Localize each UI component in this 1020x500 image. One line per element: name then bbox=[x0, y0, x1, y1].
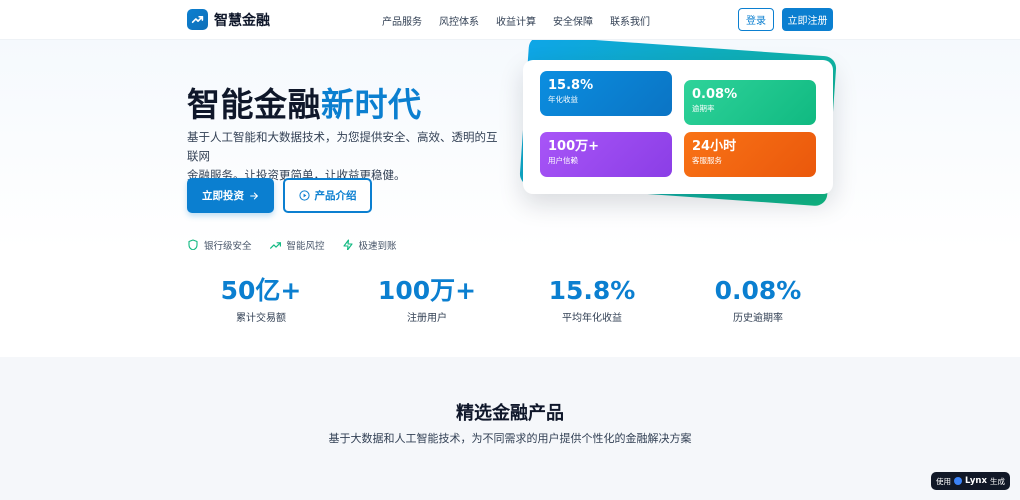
badge-prefix: 使用 bbox=[936, 476, 952, 486]
badge-suffix: 生成 bbox=[989, 476, 1005, 486]
stat-value: 100万+ bbox=[377, 276, 477, 305]
invest-now-button[interactable]: 立即投资 bbox=[187, 178, 274, 213]
stat-value: 0.08% bbox=[714, 276, 802, 305]
play-circle-icon bbox=[298, 190, 310, 201]
stat-value: 50亿+ bbox=[220, 276, 302, 305]
stat-label: 累计交易额 bbox=[236, 313, 286, 324]
metric-value: 0.08% bbox=[692, 87, 738, 102]
metric-label: 用户信赖 bbox=[548, 156, 578, 165]
metric-tile-annual-yield: 15.8% 年化收益 bbox=[540, 71, 672, 116]
nav-item-risk[interactable]: 风控体系 bbox=[439, 13, 479, 28]
arrow-right-icon bbox=[250, 192, 258, 199]
register-button[interactable]: 立即注册 bbox=[782, 8, 833, 31]
nav-item-calculator[interactable]: 收益计算 bbox=[496, 13, 536, 28]
trending-up-icon bbox=[187, 9, 208, 30]
lynx-logo-icon bbox=[954, 477, 963, 485]
metrics-card: 15.8% 年化收益 0.08% 逾期率 100万+ 用户信赖 24小时 客服服… bbox=[523, 60, 833, 194]
hero-desc-line1: 基于人工智能和大数据技术，为您提供安全、高效、透明的互联网 bbox=[187, 130, 498, 163]
stat-overdue-rate: 0.08% 历史逾期率 bbox=[678, 276, 838, 324]
nav-item-contact[interactable]: 联系我们 bbox=[610, 13, 650, 28]
hero-title: 智能金融新时代 bbox=[187, 78, 422, 126]
metric-value: 15.8% bbox=[548, 78, 594, 93]
stat-label: 历史逾期率 bbox=[733, 313, 783, 324]
metric-tile-users: 100万+ 用户信赖 bbox=[540, 132, 672, 177]
generated-by-badge[interactable]: 使用 Lynx 生成 bbox=[931, 472, 1010, 490]
product-intro-button[interactable]: 产品介绍 bbox=[283, 178, 372, 213]
brand-name: 智慧金融 bbox=[214, 12, 270, 29]
nav-item-security[interactable]: 安全保障 bbox=[553, 13, 593, 28]
stats-section: 50亿+ 累计交易额 100万+ 注册用户 15.8% 平均年化收益 0.08%… bbox=[0, 250, 1020, 357]
hero-title-main: 智能金融 bbox=[187, 85, 321, 124]
metric-value: 100万+ bbox=[548, 139, 600, 154]
metric-label: 客服服务 bbox=[692, 156, 722, 165]
hero-section: 智能金融新时代 基于人工智能和大数据技术，为您提供安全、高效、透明的互联网 金融… bbox=[0, 40, 1020, 252]
product-intro-label: 产品介绍 bbox=[314, 190, 357, 202]
top-navbar: 智慧金融 产品服务 风控体系 收益计算 安全保障 联系我们 登录 立即注册 bbox=[0, 0, 1020, 40]
metric-tile-support: 24小时 客服服务 bbox=[684, 132, 816, 177]
metric-tile-overdue-rate: 0.08% 逾期率 bbox=[684, 80, 816, 125]
nav-item-products[interactable]: 产品服务 bbox=[382, 13, 422, 28]
stat-value: 15.8% bbox=[548, 276, 636, 305]
main-nav: 产品服务 风控体系 收益计算 安全保障 联系我们 bbox=[382, 13, 650, 28]
login-button[interactable]: 登录 bbox=[738, 8, 774, 31]
section-title: 精选金融产品 bbox=[456, 403, 564, 424]
metric-value: 24小时 bbox=[692, 139, 737, 154]
stat-transaction-volume: 50亿+ 累计交易额 bbox=[181, 276, 341, 324]
stat-label: 平均年化收益 bbox=[562, 313, 622, 324]
section-subtitle: 基于大数据和人工智能技术，为不同需求的用户提供个性化的金融解决方案 bbox=[328, 432, 692, 445]
brand-logo[interactable]: 智慧金融 bbox=[187, 9, 270, 30]
products-section: 精选金融产品 基于大数据和人工智能技术，为不同需求的用户提供个性化的金融解决方案 bbox=[0, 357, 1020, 500]
stat-registered-users: 100万+ 注册用户 bbox=[347, 276, 507, 324]
badge-brand: Lynx bbox=[965, 476, 987, 486]
stat-label: 注册用户 bbox=[407, 313, 447, 324]
hero-title-highlight: 新时代 bbox=[321, 85, 422, 124]
metric-label: 逾期率 bbox=[692, 104, 715, 113]
metric-label: 年化收益 bbox=[548, 95, 578, 104]
invest-now-label: 立即投资 bbox=[202, 190, 244, 202]
stat-average-yield: 15.8% 平均年化收益 bbox=[512, 276, 672, 324]
hero-description: 基于人工智能和大数据技术，为您提供安全、高效、透明的互联网 金融服务。让投资更简… bbox=[187, 128, 507, 185]
